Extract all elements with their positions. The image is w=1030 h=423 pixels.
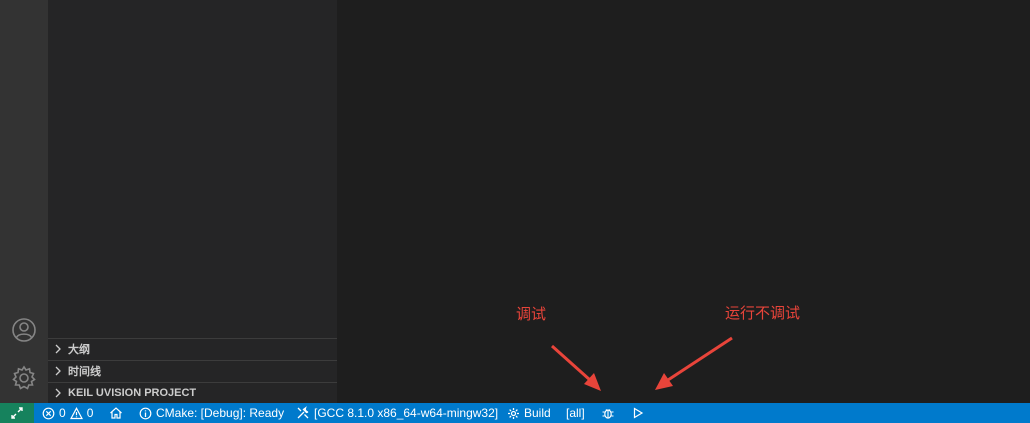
annotation-debug: 调试 (516, 306, 547, 323)
cmake-status-label: CMake: [Debug]: Ready (156, 406, 285, 420)
remote-icon (11, 407, 23, 419)
run-without-debugging-button[interactable] (632, 403, 644, 423)
error-icon (42, 407, 55, 419)
error-count: 0 (59, 406, 66, 420)
build-target-selector[interactable]: [all] (566, 403, 585, 423)
build-target-label: [all] (566, 406, 585, 420)
remote-indicator[interactable] (0, 403, 34, 423)
chevron-right-icon (48, 366, 68, 376)
cmake-status[interactable]: CMake: [Debug]: Ready (139, 403, 284, 423)
section-keil-uvision-project[interactable]: KEIL UVISION PROJECT (48, 382, 337, 403)
home-icon (110, 407, 122, 419)
section-timeline[interactable]: 时间线 (48, 360, 337, 381)
chevron-right-icon (48, 388, 68, 398)
build-button[interactable]: Build (507, 403, 551, 423)
editor-area (337, 0, 1030, 403)
section-label: 大纲 (68, 344, 90, 356)
problems-indicator[interactable]: 0 0 (42, 403, 93, 423)
info-icon (139, 407, 152, 419)
debug-button[interactable] (601, 403, 615, 423)
section-label: 时间线 (68, 366, 101, 378)
settings-gear-icon[interactable] (10, 364, 38, 392)
account-icon[interactable] (10, 316, 38, 344)
gear-icon (508, 407, 519, 419)
warning-count: 0 (86, 406, 94, 420)
kit-selector[interactable]: [GCC 8.1.0 x86_64-w64-mingw32] (296, 403, 498, 423)
kit-label: [GCC 8.1.0 x86_64-w64-mingw32] (314, 406, 499, 420)
annotation-run-without-debug: 运行不调试 (725, 305, 801, 322)
section-outline[interactable]: 大纲 (48, 338, 337, 359)
tools-icon (297, 406, 309, 419)
warning-icon (69, 406, 83, 419)
chevron-right-icon (48, 344, 68, 354)
play-icon (633, 407, 644, 419)
build-label: Build (524, 406, 551, 420)
home-button[interactable] (109, 403, 123, 423)
activity-bar (0, 0, 48, 403)
bug-icon (602, 409, 614, 419)
status-bar: 0 0 CMake: [Debug]: Ready [GCC 8.1.0 x86… (0, 403, 1030, 423)
section-label: KEIL UVISION PROJECT (68, 387, 197, 399)
